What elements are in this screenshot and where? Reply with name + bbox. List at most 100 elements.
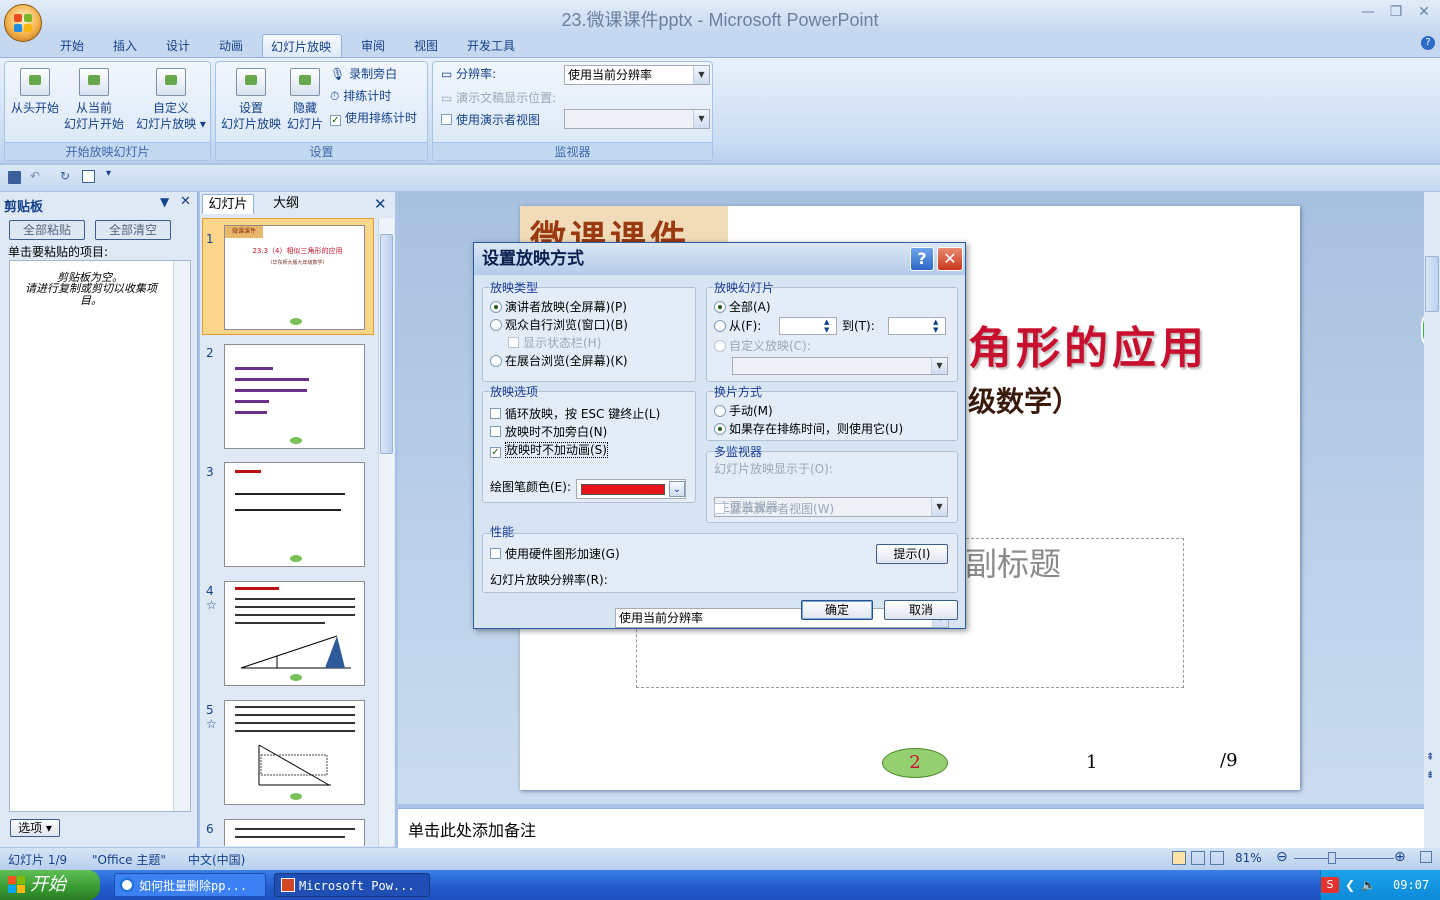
zoom-slider-thumb[interactable] [1328,852,1336,864]
tab-slides[interactable]: 幻灯片 [202,194,254,214]
tips-button[interactable]: 提示(I) [876,544,948,564]
help-button[interactable]: ? [910,247,934,271]
use-timings-radio[interactable]: 如果存在排练时间，则使用它(U) [714,420,903,438]
taskbar-item-browser[interactable]: 如何批量删除pp... [114,873,266,897]
window-title: 23.微课课件pptx - Microsoft PowerPoint [561,10,879,30]
slides-scrollbar[interactable] [378,218,394,846]
minimize-button[interactable]: — [1356,4,1380,24]
slide-thumb-6[interactable] [224,819,365,846]
from-beginning-button[interactable]: 从头开始 [7,68,63,116]
zoom-out-icon[interactable]: ⊖ [1276,849,1288,865]
ok-button[interactable]: 确定 [801,600,873,620]
slide-thumb-3[interactable] [224,462,365,567]
customize-qat-icon[interactable]: ▾ [106,168,111,179]
tab-slide-show[interactable]: 幻灯片放映 [262,34,342,58]
cancel-button[interactable]: 取消 [884,600,958,620]
pen-color-label: 绘图笔颜色(E): [490,480,571,494]
all-slides-radio[interactable]: 全部(A) [714,298,771,316]
show-on-select[interactable]: ▼ [564,109,710,129]
paste-all-button[interactable]: 全部粘贴 [9,220,85,240]
notes-pane[interactable]: 单击此处添加备注 [398,808,1424,848]
display-on-label: 幻灯片放映显示于(O): [714,462,833,476]
slide-thumb-4[interactable] [224,581,365,686]
scroll-thumb[interactable] [1425,256,1439,312]
browsed-window-radio[interactable]: 观众自行浏览(窗口)(B) [490,316,628,334]
hide-slide-button[interactable]: 隐藏 幻灯片 [284,68,326,132]
rehearse-timings-button[interactable]: ⏱ 排练计时 [330,86,391,106]
slide-subtitle[interactable]: 级数学） [968,380,1080,420]
from-radio[interactable]: 从(F): [714,317,761,335]
no-animation-checkbox[interactable]: ✓ 放映时不加动画(S) [490,441,608,459]
tab-review[interactable]: 审阅 [353,34,393,58]
to-spinner[interactable]: ▲ ▼ [888,317,946,335]
resolution-select[interactable]: 使用当前分辨率 ▼ [564,65,710,85]
presenter-radio[interactable]: 演讲者放映(全屏幕)(P) [490,298,627,316]
zoom-slider[interactable] [1294,858,1394,859]
close-window-button[interactable]: ✕ [1412,4,1436,24]
presenter-view-checkbox[interactable]: 使用演示者视图 [441,110,540,130]
use-timings-checkbox[interactable]: ✓ 使用排练计时 [330,108,417,128]
volume-icon[interactable]: 🔈 [1361,870,1376,900]
tab-outline[interactable]: 大纲 [258,194,314,214]
custom-show-select[interactable]: ▼ [732,357,948,375]
redo-icon[interactable]: ↻ [60,169,70,183]
custom-show-radio[interactable]: 自定义放映(C): [714,337,811,355]
tray-expand-icon[interactable]: ❮ [1345,870,1355,900]
tab-design[interactable]: 设计 [158,34,198,58]
input-method-icon[interactable]: S [1321,877,1339,893]
resolution-label: 幻灯片放映分辨率(R): [490,573,608,587]
options-button[interactable]: 选项 ▾ [10,819,60,837]
setup-slideshow-button[interactable]: 设置 幻灯片放映 [220,68,282,132]
kiosk-radio[interactable]: 在展台浏览(全屏幕)(K) [490,352,628,370]
checkbox-box [490,408,501,419]
loop-checkbox[interactable]: 循环放映，按 ESC 键终止(L) [490,405,660,423]
status-slide: 幻灯片 1/9 [8,853,68,867]
clear-all-button[interactable]: 全部清空 [95,220,171,240]
tab-developer[interactable]: 开发工具 [459,34,523,58]
help-icon[interactable]: ? [1421,36,1435,50]
thumb-num: 2 [206,346,214,360]
slide-thumb-5[interactable] [224,700,365,805]
from-spinner[interactable]: ▲ ▼ [779,317,837,335]
no-narration-checkbox[interactable]: 放映时不加旁白(N) [490,423,607,441]
taskbar-item-powerpoint[interactable]: Microsoft Pow... [274,873,430,897]
from-current-button[interactable]: 从当前 幻灯片开始 [63,68,125,132]
slideshow-view-icon[interactable] [1210,851,1224,865]
next-slide-icon[interactable]: ⇟ [1426,770,1434,781]
tab-animations[interactable]: 动画 [211,34,251,58]
slide-thumb-2[interactable] [224,344,365,449]
tab-home[interactable]: 开始 [52,34,92,58]
tab-view[interactable]: 视图 [406,34,446,58]
maximize-button[interactable]: ❐ [1384,4,1408,24]
zoom-in-icon[interactable]: ⊕ [1394,849,1406,865]
hw-accel-checkbox[interactable]: 使用硬件图形加速(G) [490,545,620,563]
slide-thumb-1[interactable]: 微课课件 23.3（4）相似三角形的应用 （华东师大版九年级数学） [224,225,365,330]
placeholder-text: 副标题 [965,545,1062,583]
pane-menu-icon[interactable]: ▼ [160,195,169,209]
slideshow-current-icon [79,68,109,96]
office-button[interactable] [4,4,42,42]
scroll-thumb[interactable] [380,234,393,454]
hw-accel-label: 使用硬件图形加速(G) [505,547,620,561]
custom-show-button[interactable]: 自定义 幻灯片放映 ▾ [133,68,209,132]
slide-title[interactable]: 角形的应用 [968,312,1208,376]
normal-view-icon[interactable] [1172,851,1186,865]
manual-radio[interactable]: 手动(M) [714,402,773,420]
vertical-scrollbar[interactable]: ⇞ ⇟ [1424,192,1440,848]
tab-insert[interactable]: 插入 [105,34,145,58]
zoom-level[interactable]: 81% [1235,851,1262,865]
fit-window-icon[interactable] [1420,851,1432,863]
prev-slide-icon[interactable]: ⇞ [1426,752,1434,763]
close-icon[interactable]: ✕ [374,195,387,213]
clipboard-scrollbar[interactable] [173,261,190,811]
close-button[interactable]: ✕ [937,247,963,271]
new-slide-icon[interactable] [82,170,95,183]
sorter-view-icon[interactable] [1191,851,1205,865]
save-icon[interactable] [8,171,21,184]
close-icon[interactable]: ✕ [180,194,191,209]
pen-color-picker[interactable]: ⌄ [576,479,686,499]
record-narration-button[interactable]: 🎙 录制旁白 [330,64,397,84]
undo-icon[interactable]: ↶ [30,169,40,183]
presenter-view-dialog-checkbox[interactable]: 显示演示者视图(W) [714,500,834,518]
show-status-checkbox[interactable]: 显示状态栏(H) [508,334,601,352]
